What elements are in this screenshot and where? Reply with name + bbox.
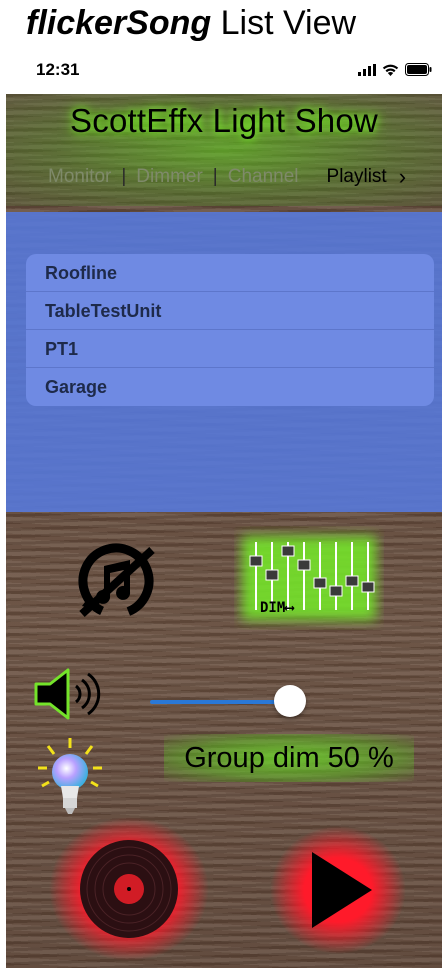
nav-monitor[interactable]: Monitor [48, 166, 111, 188]
nav-playlist[interactable]: Playlist [327, 166, 387, 188]
cellular-signal-icon [358, 63, 376, 76]
mixer-label: DIM⟷ [260, 600, 295, 616]
group-panel: Roofline TableTestUnit PT1 Garage [6, 212, 442, 512]
group-list-item[interactable]: Garage [26, 368, 434, 406]
nav-separator: | [121, 166, 127, 187]
play-icon[interactable] [268, 824, 408, 956]
group-list-item[interactable]: TableTestUnit [26, 292, 434, 330]
wifi-icon [382, 64, 399, 76]
volume-slider-thumb[interactable] [274, 685, 306, 717]
group-dim-label: Group dim 50 % [164, 734, 414, 782]
battery-icon [405, 63, 432, 76]
caption-view-name: List View [211, 4, 357, 42]
screenshot-caption: flickerSong List View [26, 4, 356, 43]
nav-channel[interactable]: Channel [228, 166, 299, 188]
caption-app-name: flickerSong [26, 4, 212, 42]
status-bar: 12:31 [0, 54, 448, 94]
status-icons [358, 63, 432, 76]
chevron-right-icon[interactable]: › [399, 164, 406, 190]
mixer-icon[interactable]: DIM⟷ [234, 526, 384, 630]
group-list-item[interactable]: Roofline [26, 254, 434, 292]
volume-slider-track[interactable] [150, 700, 290, 704]
group-list: Roofline TableTestUnit PT1 Garage [26, 254, 434, 406]
nav-dimmer[interactable]: Dimmer [136, 166, 203, 188]
nav-bar: Monitor | Dimmer | Channel Playlist › [48, 164, 406, 190]
status-time: 12:31 [36, 60, 80, 79]
app-screen: ScottEffx Light Show Monitor | Dimmer | … [6, 94, 442, 968]
speaker-icon[interactable] [30, 666, 104, 722]
nav-separator: | [212, 166, 218, 187]
vinyl-record-icon[interactable] [46, 814, 212, 964]
app-title: ScottEffx Light Show [70, 102, 378, 139]
group-list-item[interactable]: PT1 [26, 330, 434, 368]
music-off-icon[interactable] [70, 540, 162, 622]
